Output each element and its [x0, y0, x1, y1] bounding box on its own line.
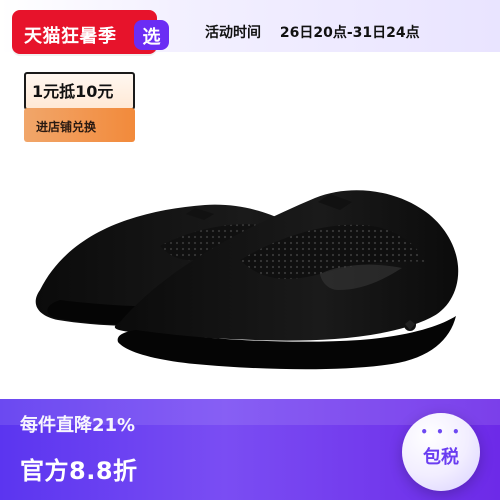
- badge-dots: • • •: [420, 425, 462, 439]
- event-time: 活动时间 26日20点-31日24点: [205, 22, 420, 42]
- select-label: 选: [142, 27, 161, 48]
- coupon-redeem-label: 进店铺兑换: [36, 120, 97, 134]
- shoe-illustration: [35, 190, 459, 370]
- coupon-amount: 1元抵10元: [32, 82, 114, 101]
- product-image: [0, 150, 500, 380]
- promo-header: 天猫狂暑季 选 活动时间 26日20点-31日24点: [0, 0, 500, 54]
- official-discount-line: 官方8.8折: [20, 457, 138, 485]
- event-time-label: 活动时间: [205, 25, 261, 41]
- select-badge: 选: [134, 20, 169, 50]
- coupon-amount-box: 1元抵10元: [24, 72, 135, 110]
- tax-included-badge: • • • 包税: [402, 413, 480, 491]
- discount-line: 每件直降21%: [20, 415, 136, 436]
- event-time-range: 26日20点-31日24点: [279, 25, 420, 41]
- tmall-summer-label: 天猫狂暑季: [24, 26, 117, 47]
- tmall-summer-pill: 天猫狂暑季 选: [12, 10, 169, 54]
- badge-text: 包税: [423, 447, 459, 468]
- coupon-redeem-bar[interactable]: 进店铺兑换: [24, 108, 135, 142]
- store-coupon[interactable]: 1元抵10元 进店铺兑换: [24, 72, 135, 142]
